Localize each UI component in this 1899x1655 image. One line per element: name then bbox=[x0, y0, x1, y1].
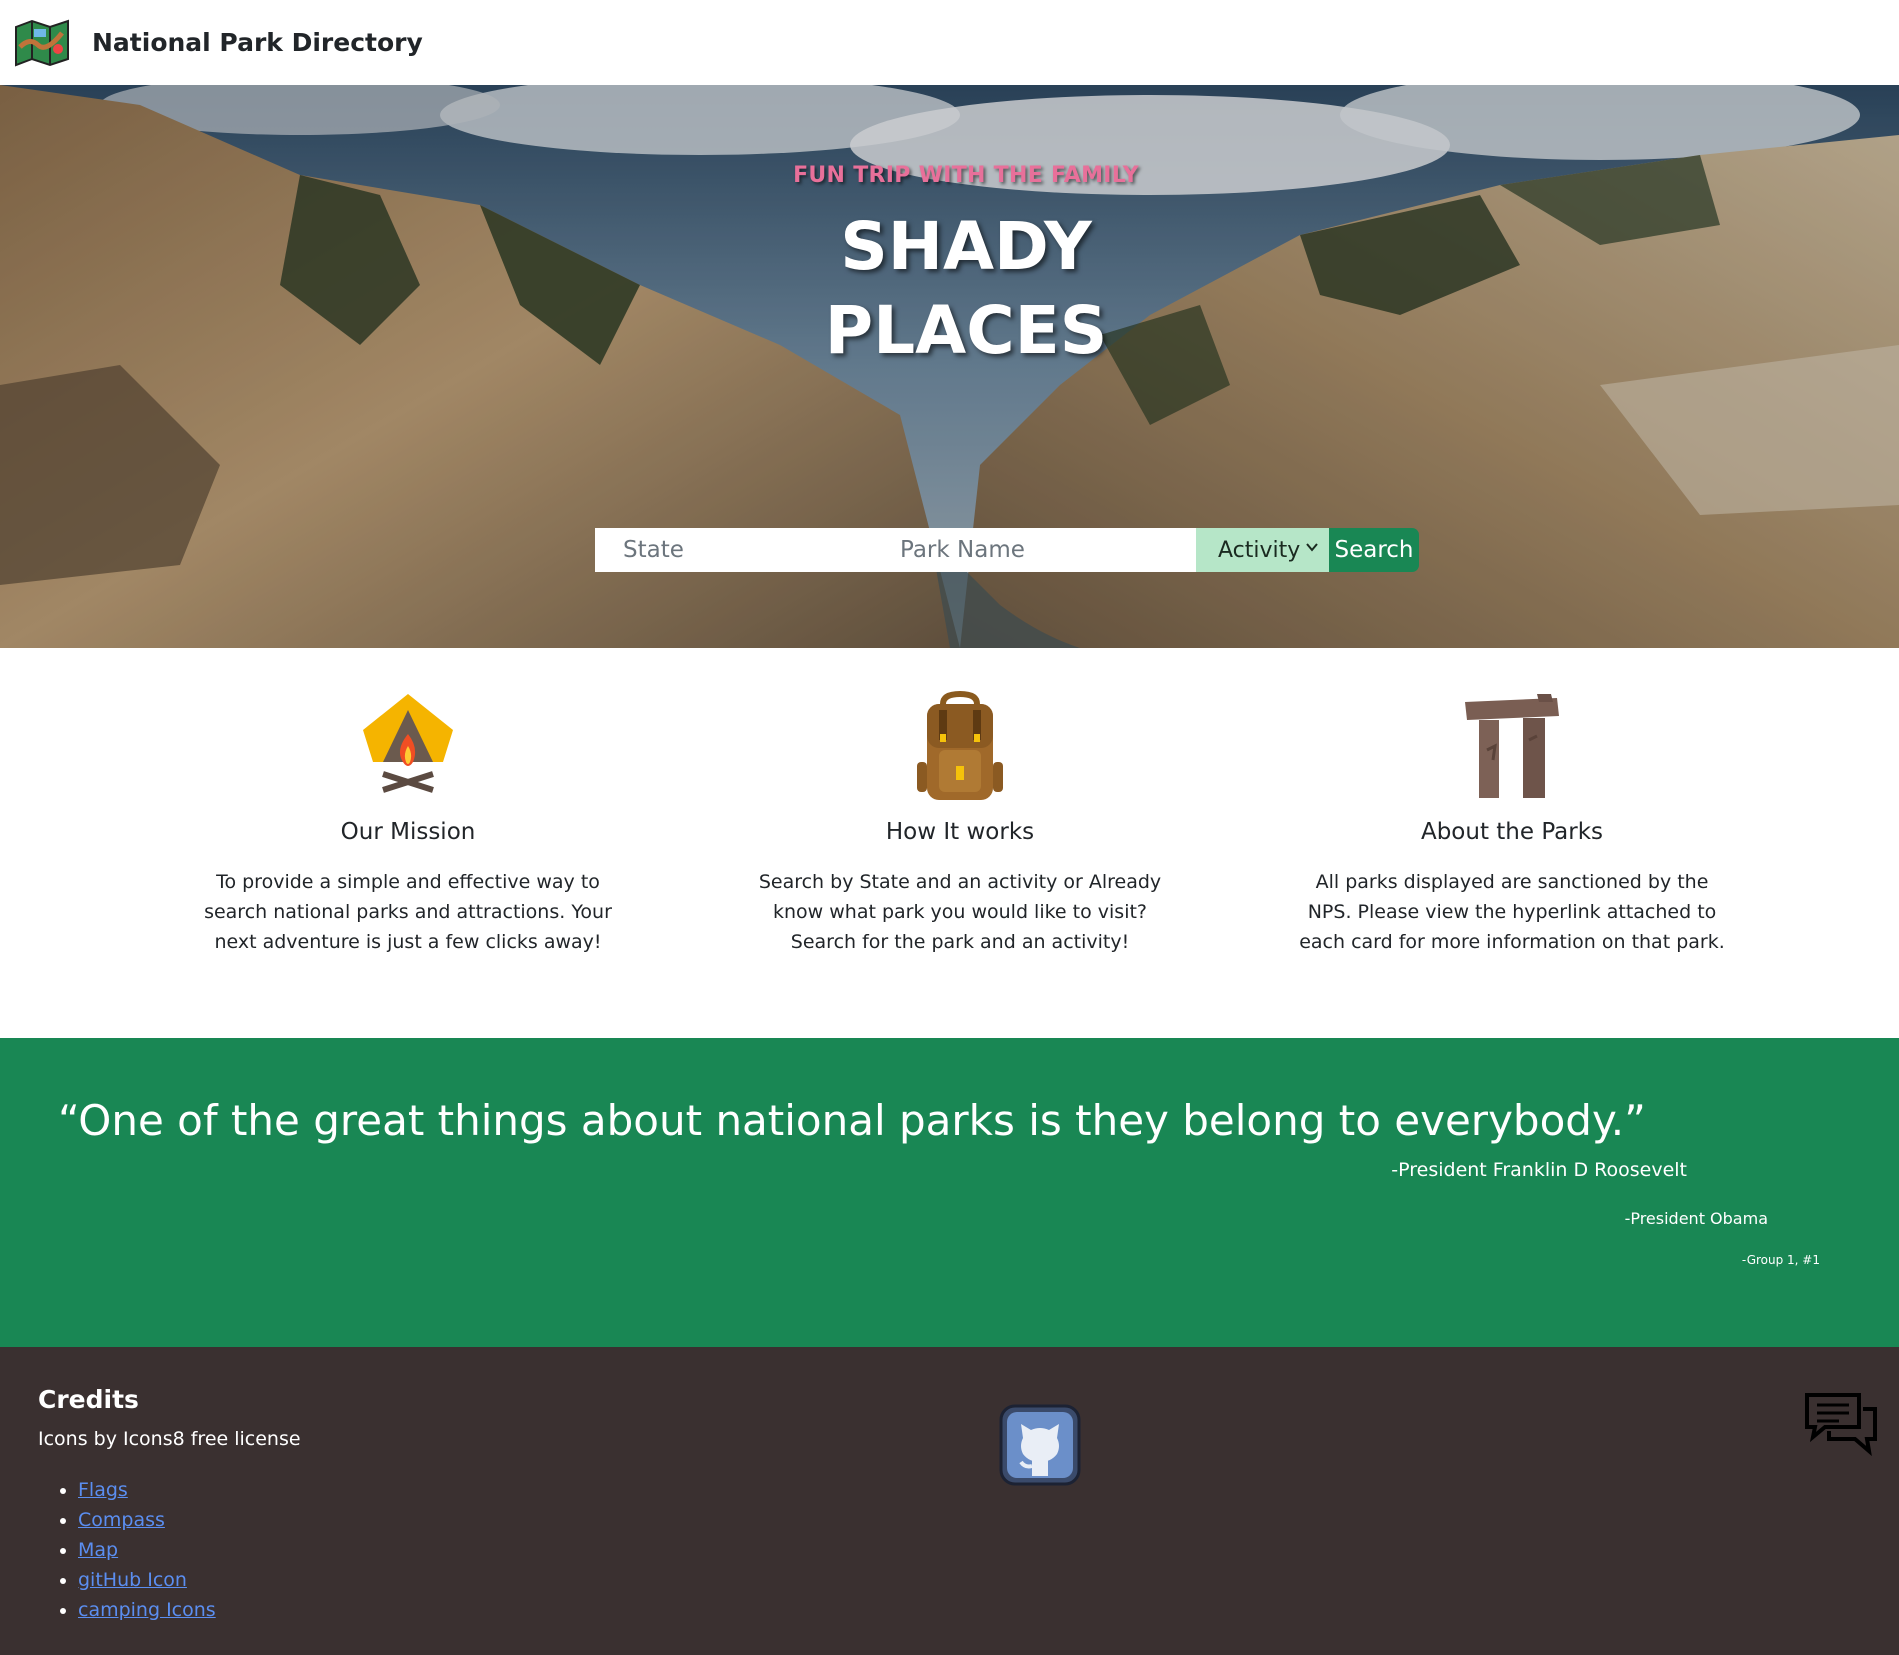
quote-section: “One of the great things about national … bbox=[0, 1038, 1899, 1347]
feature-title: Our Mission bbox=[340, 819, 476, 845]
backpack-icon bbox=[917, 690, 1003, 800]
quote-attribution-roosevelt: -President Franklin D Roosevelt bbox=[1391, 1159, 1687, 1181]
feature-text: Search by State and an activity or Alrea… bbox=[758, 871, 1162, 953]
search-button[interactable]: Search bbox=[1329, 528, 1419, 572]
list-item: camping Icons bbox=[78, 1595, 216, 1625]
feature-text: To provide a simple and effective way to… bbox=[204, 871, 612, 953]
campfire-tent-icon bbox=[363, 694, 453, 793]
park-name-input[interactable] bbox=[884, 528, 1196, 572]
feature-how-it-works: How It works Search by State and an acti… bbox=[730, 648, 1190, 957]
hero-kicker: FUN TRIP WITH THE FAMILY bbox=[793, 163, 1139, 188]
quote-text: “One of the great things about national … bbox=[58, 1096, 1646, 1145]
credits-list: Flags Compass Map gitHub Icon camping Ic… bbox=[78, 1475, 216, 1625]
feature-our-mission: Our Mission To provide a simple and effe… bbox=[178, 648, 638, 957]
credit-link-camping-icons[interactable]: camping Icons bbox=[78, 1599, 216, 1621]
credit-link-map[interactable]: Map bbox=[78, 1539, 118, 1561]
credits-subtitle: Icons by Icons8 free license bbox=[38, 1428, 301, 1450]
chevron-down-icon bbox=[1306, 543, 1318, 552]
footer: Credits Icons by Icons8 free license Fla… bbox=[0, 1347, 1899, 1655]
credits-title: Credits bbox=[38, 1385, 139, 1414]
site-title[interactable]: National Park Directory bbox=[92, 28, 423, 57]
chat-icon[interactable] bbox=[1803, 1391, 1879, 1459]
stonehenge-icon bbox=[1465, 694, 1559, 798]
quote-attribution-obama: -President Obama bbox=[1624, 1209, 1768, 1228]
hero-title: SHADY PLACES bbox=[0, 205, 1899, 373]
credit-link-github-icon[interactable]: gitHub Icon bbox=[78, 1569, 187, 1591]
features-section: Our Mission To provide a simple and effe… bbox=[0, 648, 1899, 1038]
activity-select[interactable]: Activity bbox=[1196, 528, 1329, 572]
hero-title-line1: SHADY bbox=[840, 208, 1092, 285]
feature-text: All parks displayed are sanctioned by th… bbox=[1299, 871, 1725, 953]
list-item: gitHub Icon bbox=[78, 1565, 216, 1595]
list-item: Compass bbox=[78, 1505, 216, 1535]
search-bar: Activity Search bbox=[595, 528, 1419, 572]
hero-banner: FUN TRIP WITH THE FAMILY SHADY PLACES Ac… bbox=[0, 85, 1899, 648]
feature-about-parks: About the Parks All parks displayed are … bbox=[1282, 648, 1742, 957]
state-input[interactable] bbox=[595, 528, 884, 572]
hero-title-line2: PLACES bbox=[824, 292, 1108, 369]
list-item: Flags bbox=[78, 1475, 216, 1505]
feature-title: About the Parks bbox=[1420, 819, 1604, 845]
navbar: National Park Directory bbox=[0, 0, 1899, 85]
credit-link-flags[interactable]: Flags bbox=[78, 1479, 128, 1501]
quote-attribution-group: -Group 1, #1 bbox=[1741, 1253, 1820, 1267]
github-icon[interactable] bbox=[999, 1404, 1081, 1486]
feature-title: How It works bbox=[885, 819, 1035, 845]
activity-select-value: Activity bbox=[1218, 537, 1301, 563]
list-item: Map bbox=[78, 1535, 216, 1565]
map-icon[interactable] bbox=[14, 19, 70, 67]
credit-link-compass[interactable]: Compass bbox=[78, 1509, 165, 1531]
